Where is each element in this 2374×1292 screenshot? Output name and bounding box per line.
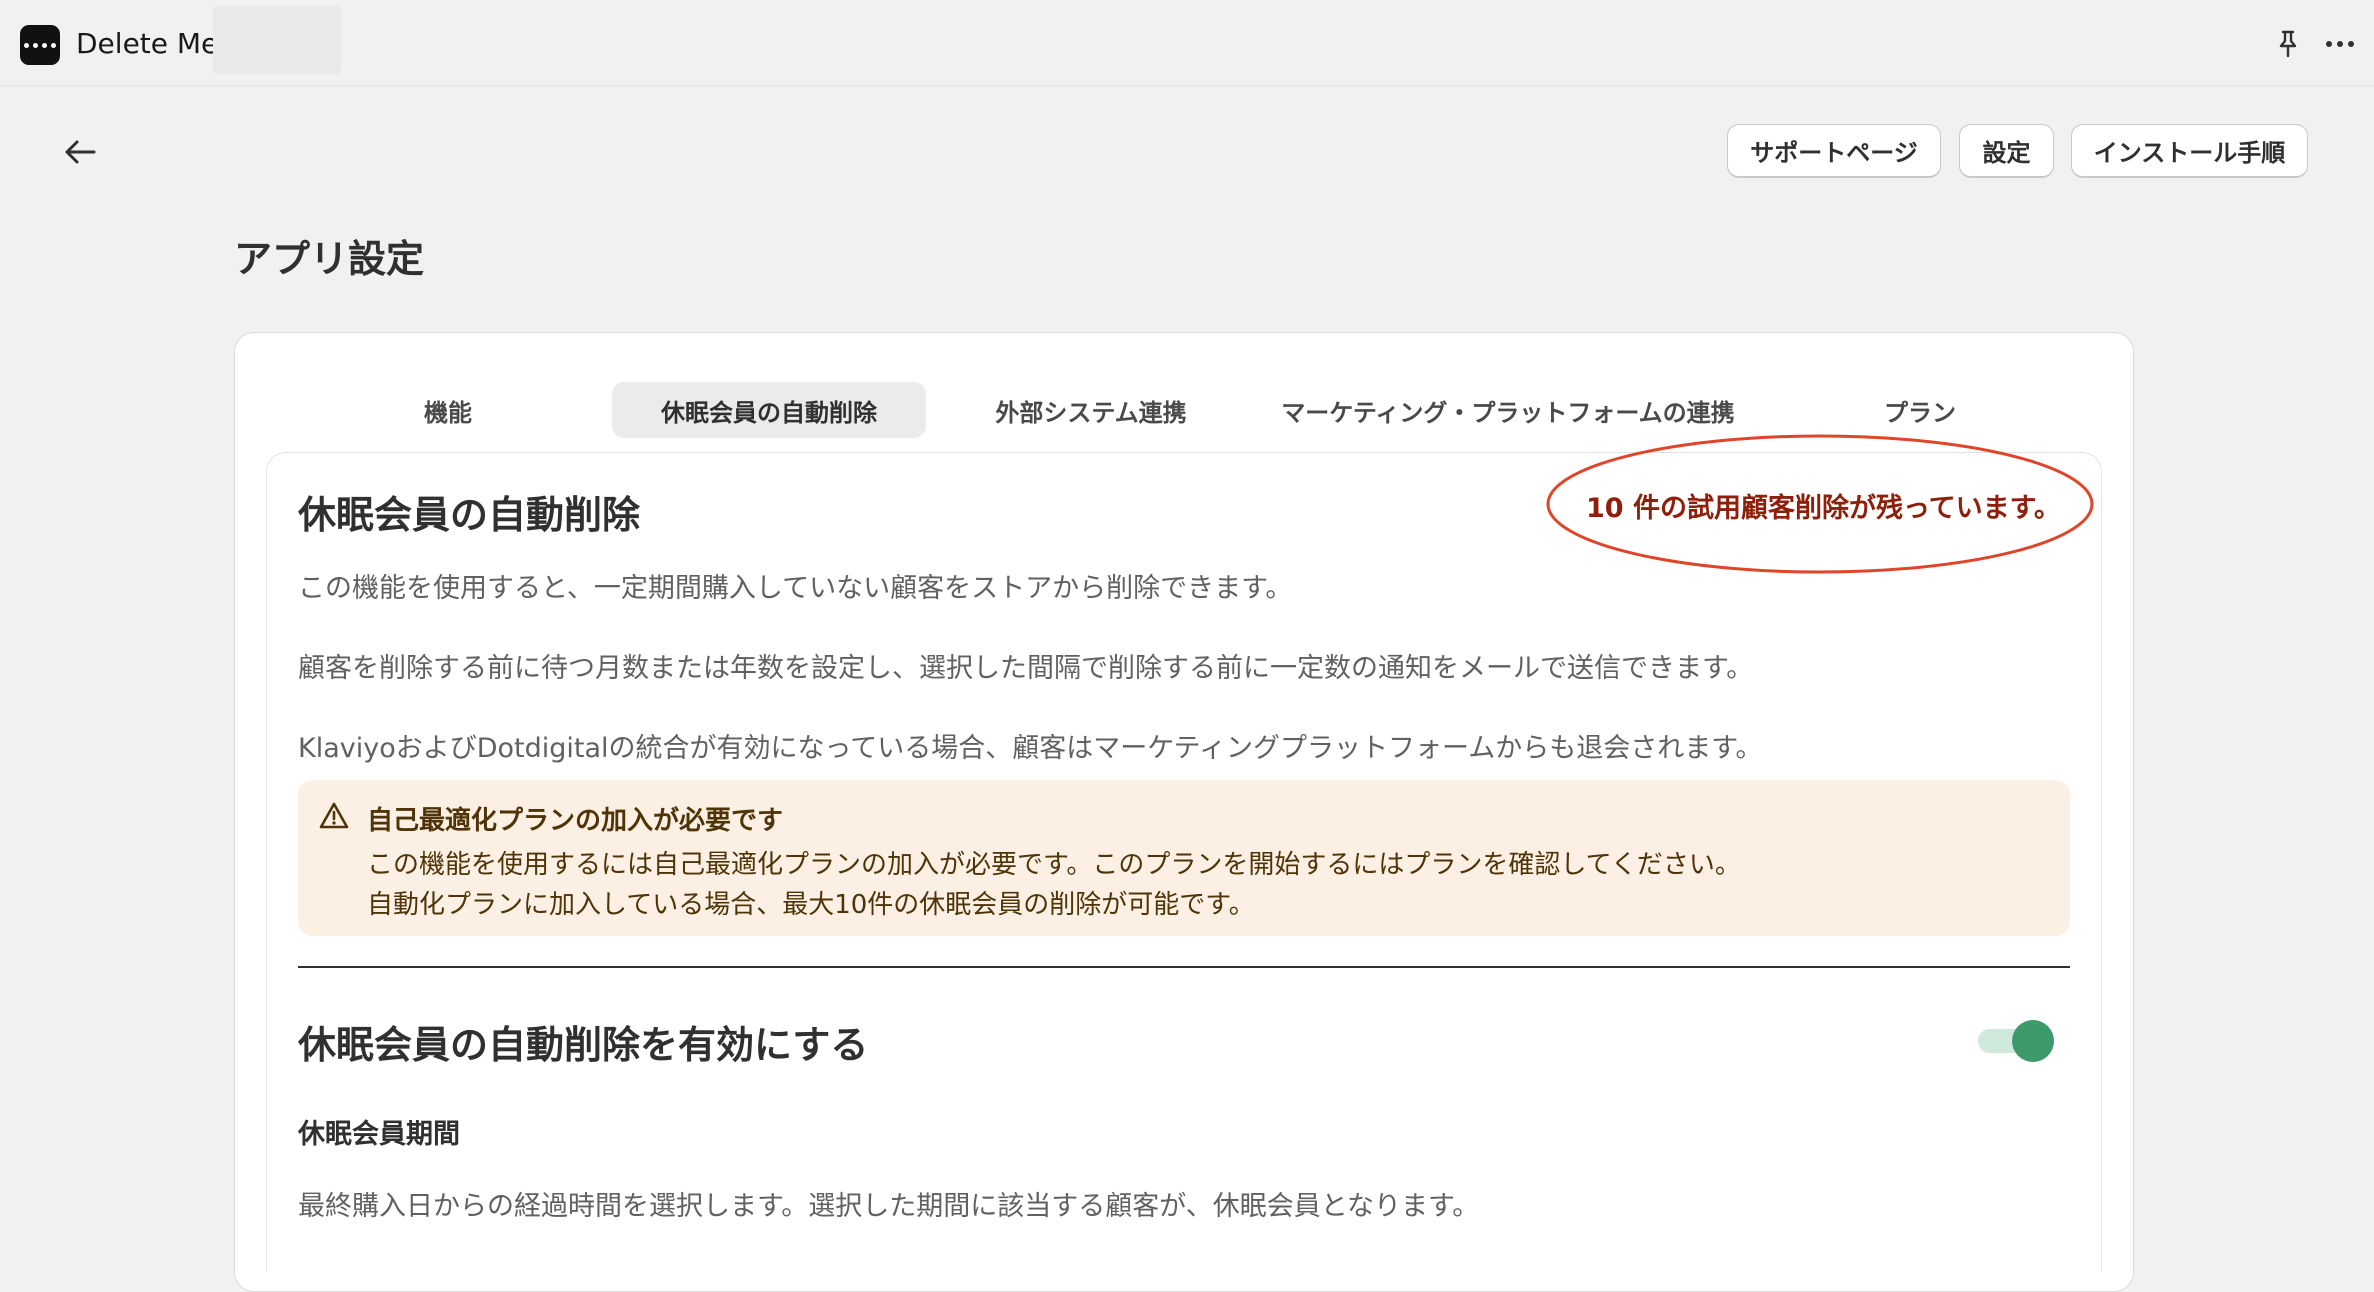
settings-button[interactable]: 設定 [1959, 124, 2054, 178]
tab-plan[interactable]: プラン [1868, 382, 1972, 438]
install-guide-button[interactable]: インストール手順 [2071, 124, 2308, 178]
banner-text: この機能を使用するには自己最適化プランの加入が必要です。このプランを開始するには… [367, 850, 1741, 880]
description-line: この機能を使用すると、一定期間購入していない顧客をストアから削除できます。 [298, 573, 1293, 604]
dormant-period-title: 休眠会員期間 [298, 1119, 460, 1150]
pin-icon[interactable] [2272, 28, 2304, 60]
tab-marketing-platform[interactable]: マーケティング・プラットフォームの連携 [1268, 382, 1748, 438]
description-line: KlaviyoおよびDotdigitalの統合が有効になっている場合、顧客はマー… [298, 733, 1763, 764]
banner-title: 自己最適化プランの加入が必要です [367, 806, 784, 836]
section-divider [298, 966, 2070, 968]
banner-text: 自動化プランに加入している場合、最大10件の休眠会員の削除が可能です。 [367, 890, 1255, 920]
back-arrow-icon[interactable] [58, 132, 102, 172]
tab-dormant-auto-delete[interactable]: 休眠会員の自動削除 [612, 382, 926, 438]
warning-icon [319, 802, 349, 829]
description-line: 顧客を削除する前に待つ月数または年数を設定し、選択した間隔で削除する前に一定数の… [298, 653, 1754, 684]
dormant-period-description: 最終購入日からの経過時間を選択します。選択した期間に該当する顧客が、休眠会員とな… [298, 1191, 1480, 1222]
enable-auto-delete-toggle[interactable] [1978, 1020, 2054, 1062]
app-logo-icon [20, 25, 60, 65]
tab-features[interactable]: 機能 [398, 382, 498, 438]
app-bar: Delete Me [0, 0, 2374, 86]
page-title: アプリ設定 [234, 237, 425, 281]
support-page-button[interactable]: サポートページ [1727, 124, 1941, 178]
section-title: 休眠会員の自動削除 [298, 493, 641, 537]
tab-external-integration[interactable]: 外部システム連携 [978, 382, 1204, 438]
app-title-placeholder [213, 6, 341, 74]
trial-remaining-note: 10 件の試用顧客削除が残っています。 [1586, 493, 2061, 524]
more-options-icon[interactable] [2322, 28, 2358, 60]
enable-auto-delete-title: 休眠会員の自動削除を有効にする [298, 1023, 869, 1067]
toggle-knob [2012, 1020, 2054, 1062]
app-title: Delete Me [76, 27, 219, 60]
